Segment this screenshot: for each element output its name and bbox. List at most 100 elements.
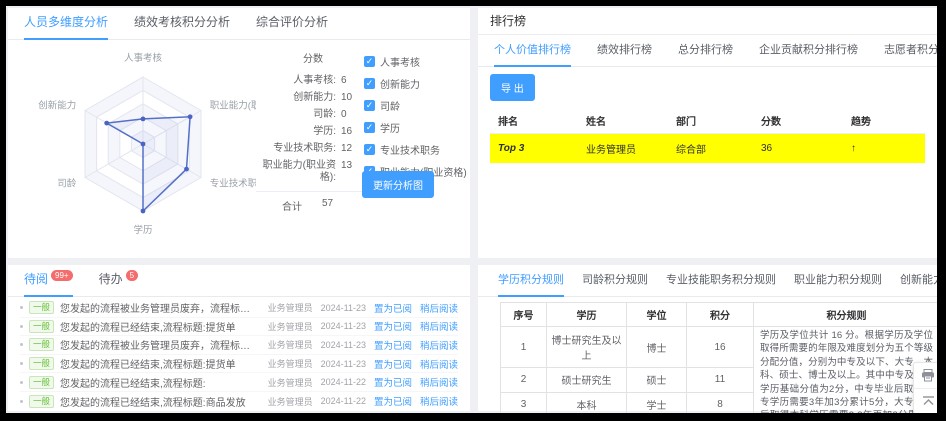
rules-table-header: 序号学历学位积分积分规则 <box>501 303 938 327</box>
rules-cell: 本科 <box>547 392 627 413</box>
ranking-tab-1[interactable]: 绩效排行榜 <box>597 34 652 66</box>
rules-table-wrap: 序号学历学位积分积分规则 1博士研究生及以上博士16学历及学位共计 16 分。根… <box>500 302 937 413</box>
rules-cell: 博士 <box>627 327 687 368</box>
ranking-table-header: 排名姓名部门分数趋势 <box>490 108 925 134</box>
update-chart-button[interactable]: 更新分析图 <box>362 171 434 198</box>
todo-message: 您发起的流程已经结束,流程标题:提货单 <box>60 319 260 334</box>
sender-name: 业务管理员 <box>268 357 313 370</box>
checkbox-label: 创新能力 <box>380 76 420 91</box>
ranking-tab-3[interactable]: 企业贡献积分排行榜 <box>759 34 858 66</box>
score-total-label: 合计 <box>282 198 302 213</box>
checkbox-checked-icon: ✓ <box>364 122 375 133</box>
rules-tab-3[interactable]: 职业能力积分规则 <box>794 264 882 296</box>
rules-column-header: 积分规则 <box>754 303 938 327</box>
read-later-link[interactable]: 稍后阅读 <box>420 394 458 408</box>
dimension-checkbox-4[interactable]: ✓ 专业技术职务 <box>364 142 468 157</box>
checkbox-label: 司龄 <box>380 98 400 113</box>
rules-table-row: 1博士研究生及以上博士16学历及学位共计 16 分。根据学历及学位取得所需要的年… <box>501 327 938 368</box>
ranking-column-header: 部门 <box>668 108 753 134</box>
todo-tab-0[interactable]: 待阅99+ <box>24 263 73 296</box>
bullet-icon <box>20 343 23 346</box>
read-later-link[interactable]: 稍后阅读 <box>420 319 458 333</box>
dimension-checkbox-1[interactable]: ✓ 创新能力 <box>364 76 468 91</box>
read-later-link[interactable]: 稍后阅读 <box>420 375 458 389</box>
ranking-panel-title: 排行榜 <box>478 8 937 35</box>
score-item: 创新能力:10 <box>256 92 370 104</box>
rules-tab-4[interactable]: 创新能力积分规则 <box>900 264 937 296</box>
message-date: 2024-11-22 <box>321 396 366 406</box>
todo-message: 您发起的流程已经结束,流程标题:商品发放 <box>60 394 260 409</box>
score-item-label: 司龄: <box>256 109 336 121</box>
bullet-icon <box>20 306 23 309</box>
bullet-icon <box>20 362 23 365</box>
todo-panel: 待阅99+待办5 一般您发起的流程被业务管理员废弃，流程标题:提货单，废弃说明:… <box>8 265 470 411</box>
score-item-value: 13 <box>341 160 352 184</box>
severity-tag: 一般 <box>29 357 54 370</box>
ranking-content: 导 出 排名姓名部门分数趋势 Top 3业务管理员综合部36↑ 共 1 条 ‹ … <box>478 67 937 255</box>
todo-message: 您发起的流程被业务管理员废弃，流程标题:提货单，废弃说明: <box>60 337 260 352</box>
ranking-tab-0[interactable]: 个人价值排行榜 <box>494 34 571 66</box>
mark-read-link[interactable]: 置为已阅 <box>374 394 412 408</box>
message-date: 2024-11-23 <box>321 359 366 369</box>
sender-name: 业务管理员 <box>268 301 313 314</box>
dimension-checkbox-3[interactable]: ✓学历 <box>364 120 468 135</box>
checkbox-label: 专业技术职务 <box>380 142 440 157</box>
rules-column-header: 序号 <box>501 303 547 327</box>
rules-tab-1[interactable]: 司龄积分规则 <box>582 264 648 296</box>
ranking-tab-2[interactable]: 总分排行榜 <box>678 34 733 66</box>
analysis-tab-0[interactable]: 人员多维度分析 <box>24 6 108 39</box>
export-button[interactable]: 导 出 <box>490 74 535 101</box>
score-total-row: 合计 57 <box>256 191 370 213</box>
message-date: 2024-11-23 <box>321 340 366 350</box>
rules-cell: 8 <box>687 392 754 413</box>
checkbox-checked-icon: ✓ <box>364 144 375 155</box>
rank-value: Top 3 <box>490 134 578 164</box>
radar-chart: 人事考核职业能力(职业)专业技术职务学历司龄创新能力 <box>12 42 256 254</box>
rules-cell: 硕士研究生 <box>547 368 627 392</box>
score-item-label: 学历: <box>256 126 336 138</box>
back-to-top-icon[interactable] <box>914 388 937 413</box>
mark-read-link[interactable]: 置为已阅 <box>374 375 412 389</box>
ranking-tab-4[interactable]: 志愿者积分排行榜 <box>884 34 937 66</box>
analysis-tab-1[interactable]: 绩效考核积分分析 <box>134 6 230 39</box>
todo-tabbar: 待阅99+ 待办5 <box>8 265 470 297</box>
read-later-link[interactable]: 稍后阅读 <box>420 301 458 315</box>
todo-meta: 业务管理员 2024-11-23 置为已阅稍后阅读 <box>268 357 458 371</box>
dimension-checkbox-0[interactable]: ✓人事考核 <box>364 54 468 69</box>
todo-list-item[interactable]: 一般您发起的流程已经结束,流程标题:提货单业务管理员2024-11-23置为已阅… <box>20 355 458 374</box>
rules-tab-2[interactable]: 专业技能职务积分规则 <box>666 264 776 296</box>
rules-table: 序号学历学位积分积分规则 1博士研究生及以上博士16学历及学位共计 16 分。根… <box>500 302 937 413</box>
checkbox-checked-icon: ✓ <box>364 78 375 89</box>
mark-read-link[interactable]: 置为已阅 <box>374 338 412 352</box>
todo-tab-badge: 99+ <box>51 270 73 281</box>
sender-name: 业务管理员 <box>268 376 313 389</box>
todo-list-item[interactable]: 一般您发起的流程已经结束,流程标题:商品发放业务管理员2024-11-22置为已… <box>20 392 458 411</box>
mark-read-link[interactable]: 置为已阅 <box>374 301 412 315</box>
todo-list-item[interactable]: 一般您发起的流程已经结束,流程标题:提货单业务管理员2024-11-23置为已阅… <box>20 318 458 337</box>
score-item: 司龄:0 <box>256 109 370 121</box>
score-list: 分数 人事考核:6创新能力:10司龄:0学历:16专业技术职务:12职业能力(职… <box>256 50 370 213</box>
mark-read-link[interactable]: 置为已阅 <box>374 357 412 371</box>
todo-tab-1[interactable]: 待办5 <box>99 263 138 296</box>
todo-meta: 业务管理员2024-11-22置为已阅稍后阅读 <box>268 394 458 408</box>
score-item-value: 12 <box>341 143 352 155</box>
todo-message: 您发起的流程被业务管理员废弃，流程标题:提货单，废弃说明: <box>60 300 260 315</box>
dimension-checkbox-2[interactable]: ✓司龄 <box>364 98 468 113</box>
read-later-link[interactable]: 稍后阅读 <box>420 338 458 352</box>
todo-list-item[interactable]: 一般您发起的流程被业务管理员废弃，流程标题:提货单，废弃说明:业务管理员2024… <box>20 299 458 318</box>
todo-list-item[interactable]: 一般您发起的流程已经结束,流程标题:业务管理员2024-11-22置为已阅稍后阅… <box>20 373 458 392</box>
ranking-table-row[interactable]: Top 3业务管理员综合部36↑ <box>490 134 925 164</box>
rules-tab-0[interactable]: 学历积分规则 <box>498 264 564 296</box>
severity-tag: 一般 <box>29 376 54 389</box>
analysis-tab-2[interactable]: 综合评价分析 <box>256 6 328 39</box>
severity-tag: 一般 <box>29 320 54 333</box>
bullet-icon <box>20 325 23 328</box>
printer-icon[interactable] <box>914 363 937 388</box>
rules-cell: 3 <box>501 392 547 413</box>
read-later-link[interactable]: 稍后阅读 <box>420 357 458 371</box>
ranking-column-header: 分数 <box>753 108 843 134</box>
todo-list-item[interactable]: 一般您发起的流程被业务管理员废弃，流程标题:提货单，废弃说明:业务管理员2024… <box>20 336 458 355</box>
score-item: 人事考核:6 <box>256 75 370 87</box>
mark-read-link[interactable]: 置为已阅 <box>374 319 412 333</box>
todo-meta: 业务管理员2024-11-22置为已阅稍后阅读 <box>268 375 458 389</box>
